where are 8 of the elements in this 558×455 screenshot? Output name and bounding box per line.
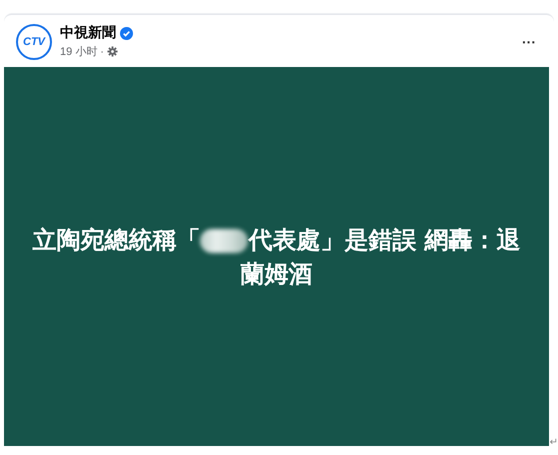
headline-text: 立陶宛總統稱「 (32, 226, 200, 254)
gear-icon[interactable] (106, 46, 118, 57)
page-name[interactable]: 中視新聞 (60, 24, 116, 42)
separator: · (100, 46, 104, 58)
more-options-button[interactable]: ··· (522, 34, 536, 50)
headline-text: 代表處」是錯誤 網轟：退蘭姆酒 (240, 226, 521, 288)
page-logo[interactable]: CTV (16, 24, 52, 60)
post-time[interactable]: 19 小时 (60, 44, 98, 59)
